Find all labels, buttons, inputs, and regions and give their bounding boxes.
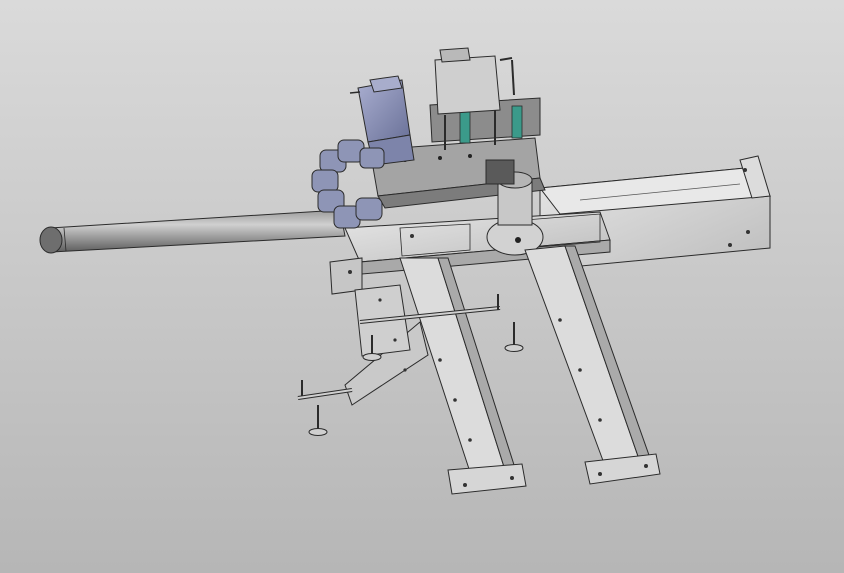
pipe-arm[interactable] (39, 209, 346, 254)
right-leg[interactable] (524, 245, 661, 485)
left-leg[interactable] (399, 257, 527, 495)
assembly-drawing (39, 47, 772, 495)
cad-viewport[interactable] (0, 0, 844, 573)
